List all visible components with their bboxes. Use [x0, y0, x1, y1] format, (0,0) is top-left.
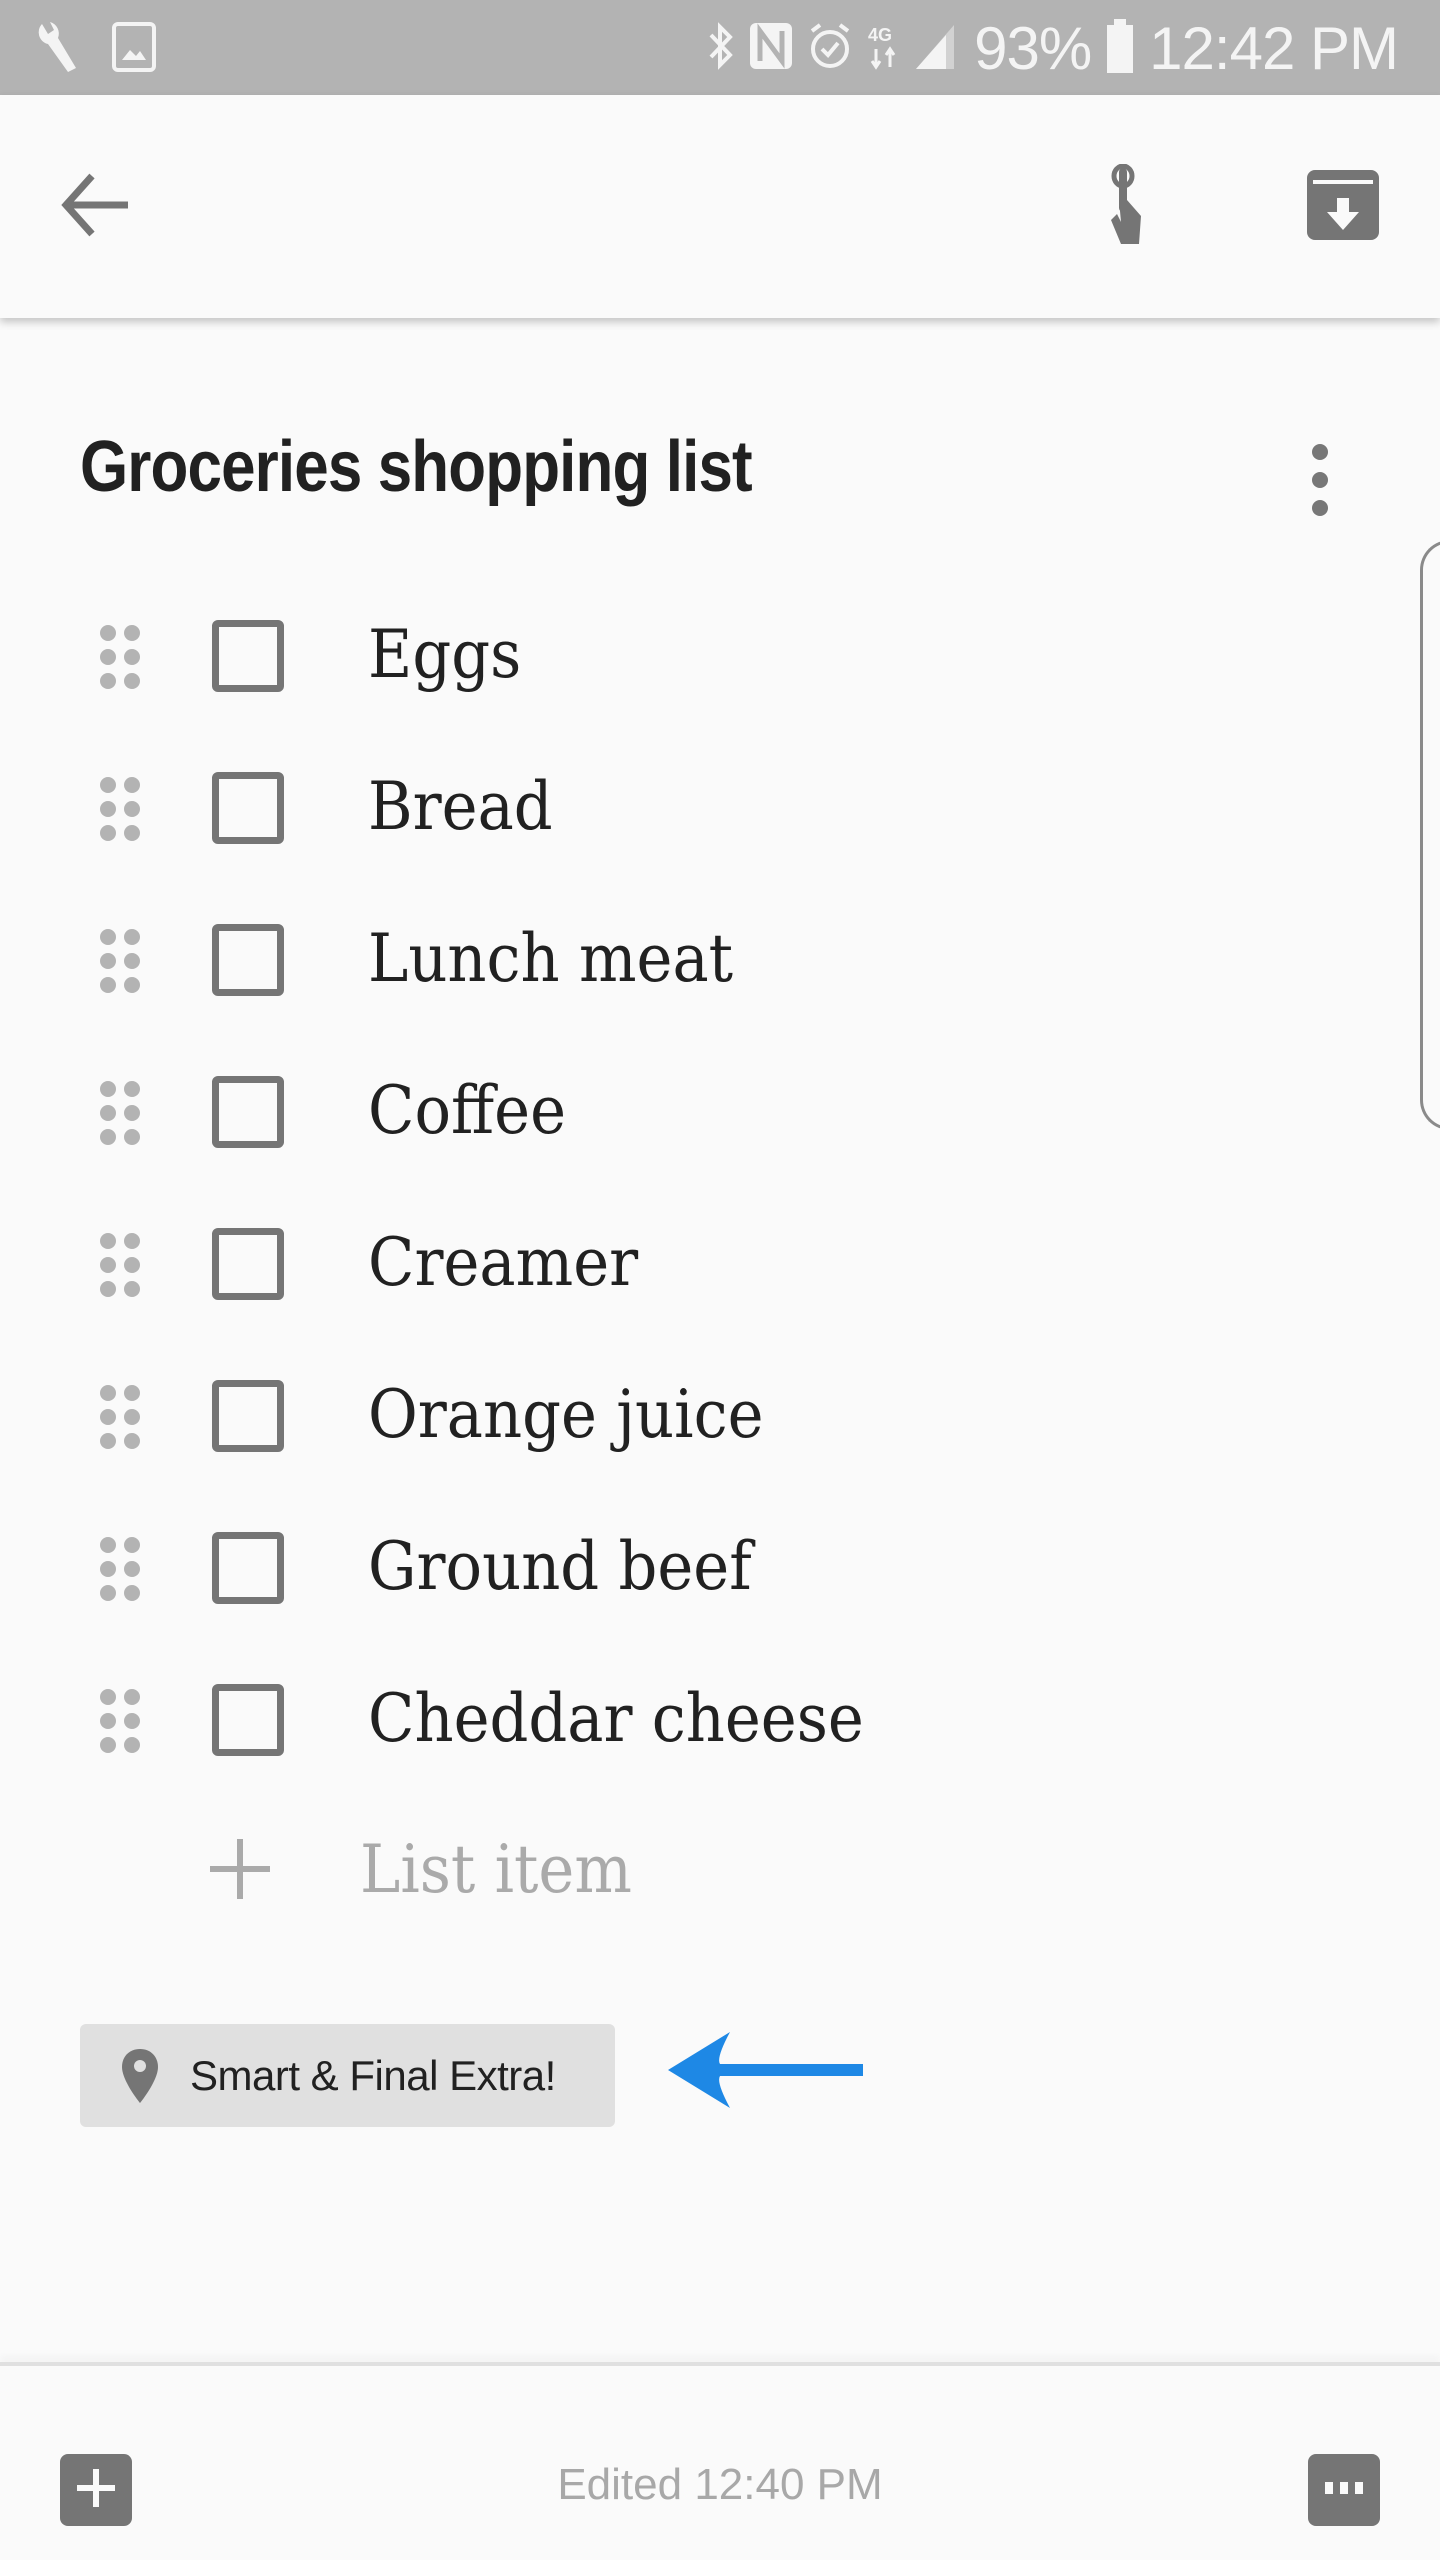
signal-icon: [914, 21, 960, 76]
item-label[interactable]: Lunch meat: [368, 920, 733, 997]
list-item: Creamer: [0, 1188, 1300, 1340]
touch-pin-icon: [1097, 163, 1167, 251]
note-actions-button[interactable]: [1308, 2454, 1380, 2526]
add-item-input[interactable]: List item: [360, 1831, 632, 1908]
wrench-icon: [34, 20, 84, 79]
drag-handle-icon[interactable]: [100, 1233, 142, 1297]
item-checkbox[interactable]: [212, 1228, 284, 1300]
item-label[interactable]: Bread: [368, 768, 553, 845]
location-reminder-chip[interactable]: Smart & Final Extra!: [80, 2024, 615, 2127]
more-horiz-icon: [1321, 2480, 1367, 2501]
drag-handle-icon[interactable]: [100, 777, 142, 841]
arrow-back-icon: [60, 172, 132, 243]
list-item: Ground beef: [0, 1492, 1300, 1644]
item-label[interactable]: Creamer: [368, 1224, 638, 1301]
archive-button[interactable]: [1293, 157, 1393, 257]
list-item: Lunch meat: [0, 884, 1300, 1036]
drag-handle-icon[interactable]: [100, 1689, 142, 1753]
item-checkbox[interactable]: [212, 1076, 284, 1148]
drag-handle-icon[interactable]: [100, 1385, 142, 1449]
drag-handle-icon[interactable]: [100, 1537, 142, 1601]
more-vert-icon: [1312, 444, 1328, 460]
svg-text:4G: 4G: [868, 25, 892, 45]
item-checkbox[interactable]: [212, 772, 284, 844]
battery-percent: 93%: [974, 14, 1092, 82]
image-icon: [112, 22, 156, 77]
item-checkbox[interactable]: [212, 620, 284, 692]
bluetooth-icon: [708, 21, 734, 76]
drag-handle-icon[interactable]: [100, 625, 142, 689]
note-toolbar: [0, 95, 1440, 318]
alarm-icon: [808, 21, 852, 76]
4g-data-icon: 4G: [866, 21, 900, 76]
clock: 12:42 PM: [1149, 14, 1399, 82]
location-label: Smart & Final Extra!: [190, 2051, 556, 2099]
location-pin-icon: [120, 2047, 160, 2105]
bottom-bar: Edited 12:40 PM: [0, 2366, 1440, 2560]
annotation-arrow-icon: [668, 2032, 863, 2108]
item-label[interactable]: Ground beef: [368, 1528, 752, 1605]
note-title[interactable]: Groceries shopping list: [80, 426, 753, 508]
item-label[interactable]: Cheddar cheese: [368, 1680, 864, 1757]
edited-timestamp: Edited 12:40 PM: [557, 2460, 883, 2509]
list-item: Coffee: [0, 1036, 1300, 1188]
nfc-icon: [748, 21, 794, 76]
item-label[interactable]: Coffee: [368, 1072, 566, 1149]
drag-handle-icon[interactable]: [100, 1081, 142, 1145]
more-options-button[interactable]: [1290, 440, 1350, 520]
edge-panel-handle[interactable]: [1420, 540, 1440, 1130]
list-item: Bread: [0, 732, 1300, 884]
battery-icon: [1105, 18, 1135, 78]
add-list-item-row[interactable]: List item: [0, 1795, 1300, 1945]
drag-handle-icon[interactable]: [100, 929, 142, 993]
item-checkbox[interactable]: [212, 1532, 284, 1604]
list-item: Eggs: [0, 580, 1300, 732]
item-checkbox[interactable]: [212, 1380, 284, 1452]
item-label[interactable]: Orange juice: [368, 1376, 764, 1453]
list-item: Orange juice: [0, 1340, 1300, 1492]
item-checkbox[interactable]: [212, 924, 284, 996]
item-label[interactable]: Eggs: [368, 616, 521, 693]
status-bar: 4G 93% 12:42 PM: [0, 0, 1440, 95]
pin-button[interactable]: [1082, 157, 1182, 257]
archive-icon: [1305, 168, 1381, 247]
list-item: Cheddar cheese: [0, 1644, 1300, 1796]
plus-icon[interactable]: [210, 1839, 270, 1899]
item-checkbox[interactable]: [212, 1684, 284, 1756]
back-button[interactable]: [46, 157, 146, 257]
